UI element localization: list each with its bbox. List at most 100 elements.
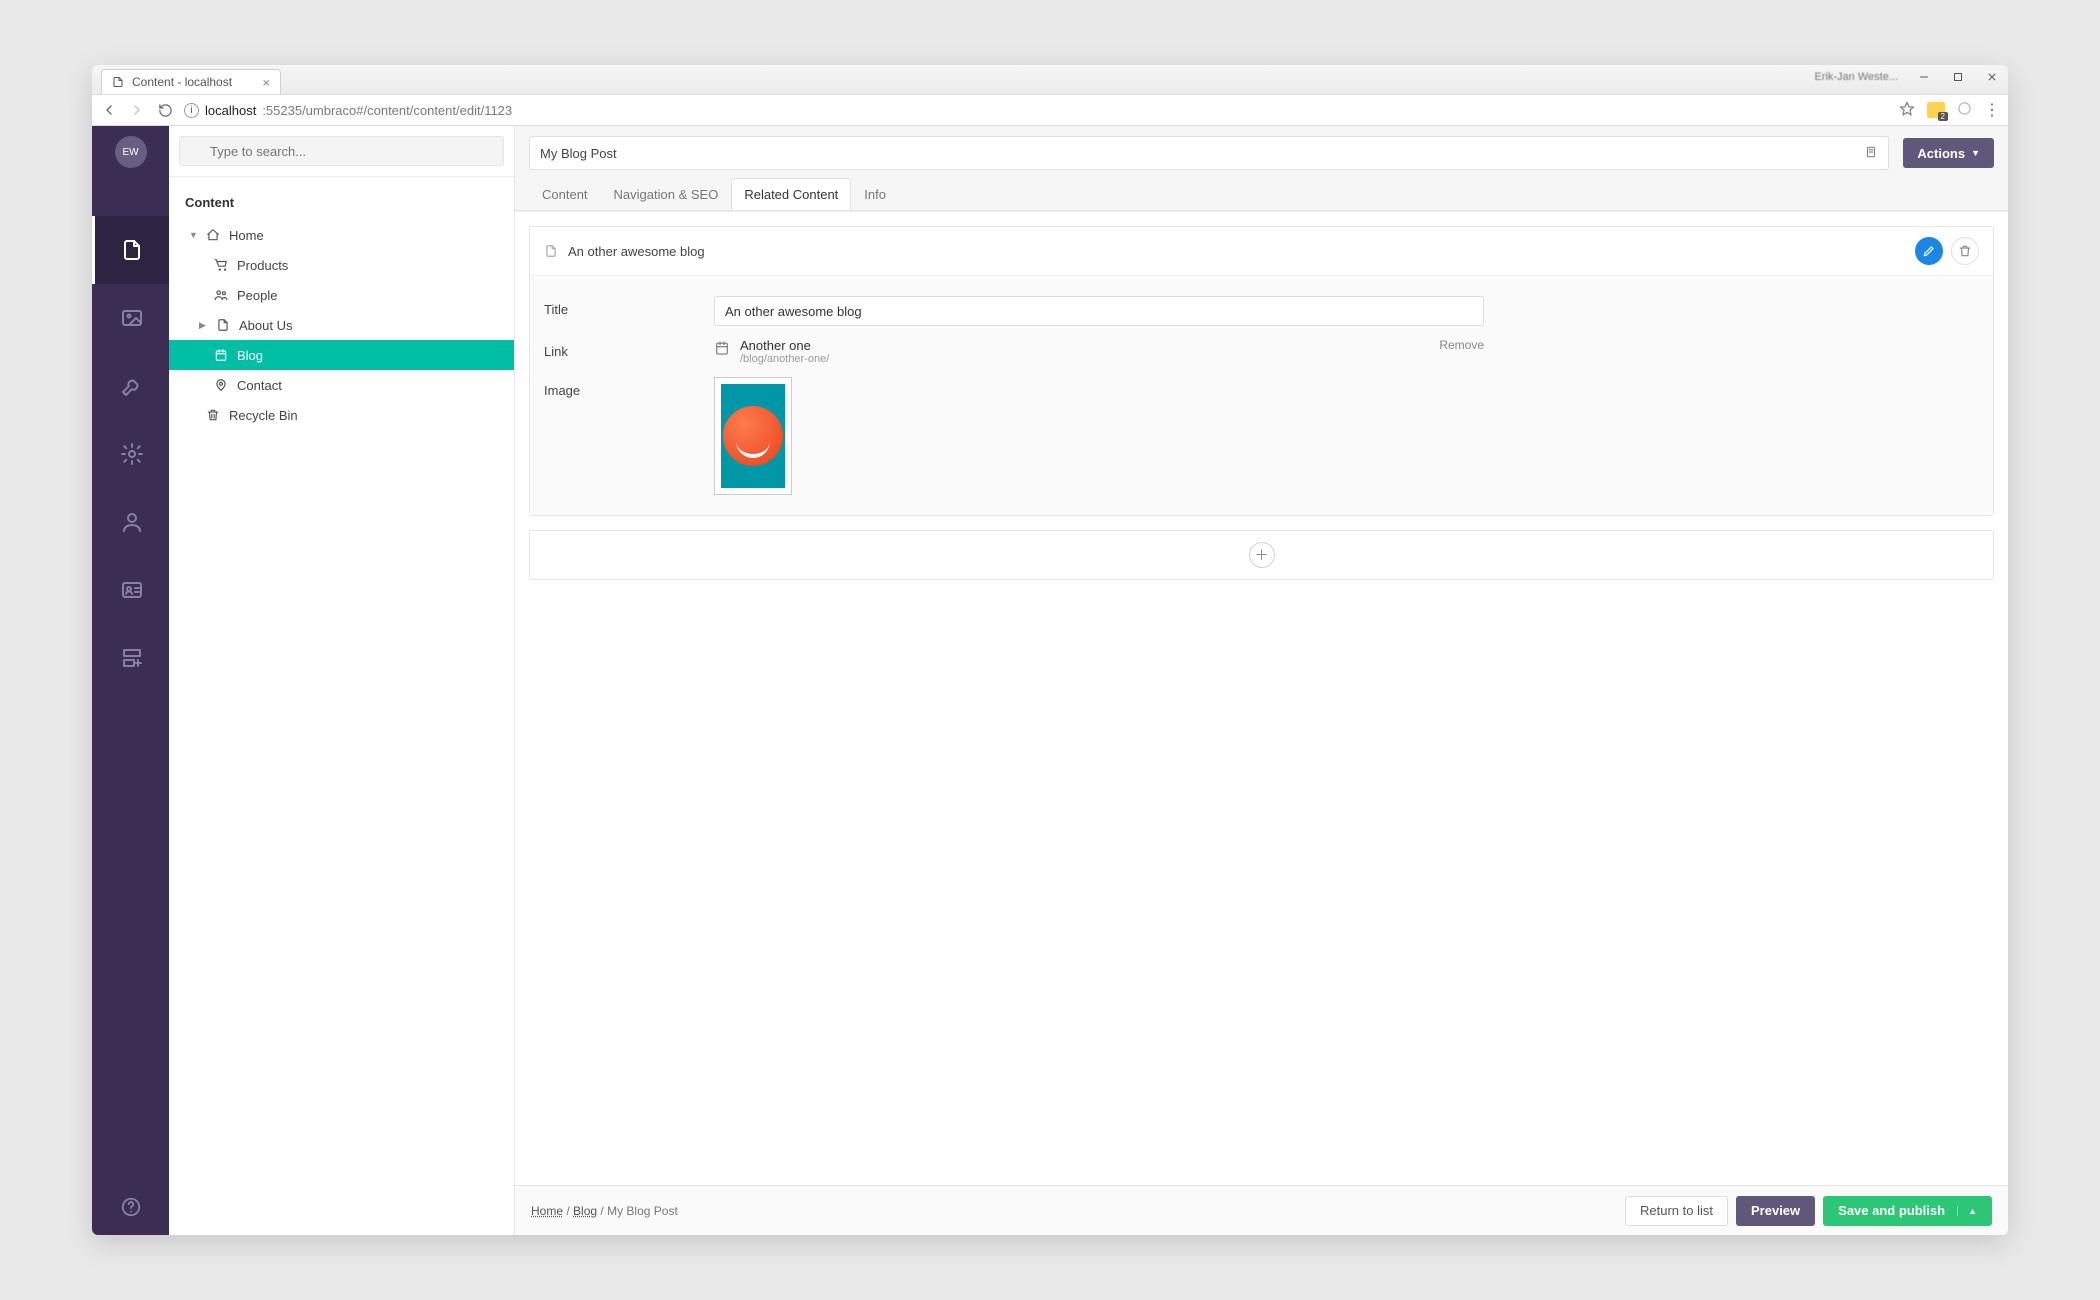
breadcrumb: Home / Blog / My Blog Post bbox=[531, 1204, 678, 1218]
tree-item-recycle[interactable]: Recycle Bin bbox=[169, 400, 514, 430]
tree-item-label: Blog bbox=[237, 348, 263, 363]
save-publish-label: Save and publish bbox=[1838, 1203, 1945, 1218]
pin-icon bbox=[213, 378, 229, 392]
tab-close-icon[interactable]: × bbox=[262, 75, 270, 90]
wrench-icon bbox=[120, 374, 144, 398]
forms-icon bbox=[120, 646, 144, 670]
address-url[interactable]: i localhost :55235/umbraco#/content/conte… bbox=[184, 103, 1889, 118]
rail-help[interactable] bbox=[92, 1179, 169, 1235]
document-icon bbox=[544, 244, 558, 258]
avatar[interactable]: EW bbox=[115, 136, 147, 168]
extension-badge-icon[interactable] bbox=[1927, 102, 1945, 118]
plus-icon: ＋ bbox=[1255, 545, 1269, 565]
tree-item-about[interactable]: About Us bbox=[169, 310, 514, 340]
browser-profile-name[interactable]: Erik-Jan Weste... bbox=[1814, 71, 1898, 83]
link-path: /blog/another-one/ bbox=[740, 353, 829, 365]
link-remove[interactable]: Remove bbox=[1439, 338, 1484, 352]
nav-reload-icon[interactable] bbox=[156, 103, 174, 118]
home-icon bbox=[205, 228, 221, 242]
tab-content[interactable]: Content bbox=[529, 178, 601, 210]
tree-item-label: Contact bbox=[237, 378, 282, 393]
editor-tabs: Content Navigation & SEO Related Content… bbox=[515, 170, 2008, 211]
rail-developer[interactable] bbox=[92, 420, 169, 488]
actions-label: Actions bbox=[1917, 146, 1965, 161]
people-icon bbox=[213, 288, 229, 302]
rail-content[interactable] bbox=[92, 216, 169, 284]
image-label: Image bbox=[544, 377, 714, 495]
tree-item-products[interactable]: Products bbox=[169, 250, 514, 280]
crumb-blog[interactable]: Blog bbox=[573, 1204, 597, 1218]
tree-item-label: Home bbox=[229, 228, 264, 243]
image-icon bbox=[120, 306, 144, 330]
umbraco-logo-icon bbox=[723, 406, 783, 466]
chevron-down-icon: ▼ bbox=[1971, 148, 1980, 158]
tab-related-content[interactable]: Related Content bbox=[731, 178, 851, 210]
caret-icon[interactable] bbox=[199, 320, 207, 331]
url-host: localhost bbox=[205, 103, 256, 118]
rail-members[interactable] bbox=[92, 556, 169, 624]
delete-button[interactable] bbox=[1951, 237, 1979, 265]
nav-rail: EW bbox=[92, 126, 169, 1235]
browser-menu-icon[interactable]: ⋮ bbox=[1984, 100, 2000, 120]
search-input[interactable] bbox=[179, 136, 504, 166]
image-thumbnail[interactable] bbox=[714, 377, 792, 495]
url-path: :55235/umbraco#/content/content/edit/112… bbox=[262, 103, 512, 118]
calendar-icon bbox=[714, 340, 730, 356]
window-close-icon[interactable] bbox=[1984, 69, 2000, 85]
tree-item-label: Products bbox=[237, 258, 288, 273]
tree-item-label: About Us bbox=[239, 318, 292, 333]
link-label: Link bbox=[544, 338, 714, 365]
gear-icon bbox=[120, 442, 144, 466]
tree-item-blog[interactable]: Blog bbox=[169, 340, 514, 370]
chevron-up-icon[interactable]: ▲ bbox=[1957, 1206, 1977, 1216]
document-icon bbox=[120, 238, 144, 262]
title-label: Title bbox=[544, 296, 714, 326]
title-input[interactable] bbox=[714, 296, 1484, 326]
rail-forms[interactable] bbox=[92, 624, 169, 692]
actions-button[interactable]: Actions ▼ bbox=[1903, 138, 1994, 168]
id-card-icon bbox=[120, 578, 144, 602]
tree-item-home[interactable]: Home bbox=[169, 220, 514, 250]
editor-footer: Home / Blog / My Blog Post Return to lis… bbox=[515, 1185, 2008, 1235]
tree-item-label: People bbox=[237, 288, 277, 303]
return-to-list-button[interactable]: Return to list bbox=[1625, 1196, 1728, 1226]
extension-icon[interactable] bbox=[1957, 101, 1972, 119]
calendar-icon bbox=[213, 348, 229, 362]
document-icon bbox=[112, 76, 124, 88]
site-info-icon[interactable]: i bbox=[184, 103, 199, 118]
crumb-current: My Blog Post bbox=[607, 1204, 678, 1218]
add-block-button[interactable]: ＋ bbox=[1249, 542, 1275, 568]
help-icon bbox=[120, 1196, 142, 1218]
tree-item-people[interactable]: People bbox=[169, 280, 514, 310]
document-icon bbox=[215, 318, 231, 332]
save-publish-button[interactable]: Save and publish ▲ bbox=[1823, 1196, 1992, 1226]
rail-settings[interactable] bbox=[92, 352, 169, 420]
tab-info[interactable]: Info bbox=[851, 178, 899, 210]
page-title: My Blog Post bbox=[540, 146, 617, 161]
star-icon[interactable] bbox=[1899, 101, 1915, 120]
nav-back-icon[interactable] bbox=[100, 102, 118, 118]
pencil-icon bbox=[1922, 244, 1936, 258]
nav-forward-icon[interactable] bbox=[128, 102, 146, 118]
tree-item-contact[interactable]: Contact bbox=[169, 370, 514, 400]
window-maximize-icon[interactable] bbox=[1950, 69, 1966, 85]
caret-icon[interactable] bbox=[189, 230, 197, 240]
page-title-input[interactable]: My Blog Post bbox=[529, 136, 1889, 170]
link-title[interactable]: Another one bbox=[740, 338, 829, 353]
rail-media[interactable] bbox=[92, 284, 169, 352]
rail-users[interactable] bbox=[92, 488, 169, 556]
cart-icon bbox=[213, 258, 229, 272]
user-icon bbox=[120, 510, 144, 534]
tree-item-label: Recycle Bin bbox=[229, 408, 298, 423]
preview-button[interactable]: Preview bbox=[1736, 1196, 1815, 1226]
tab-navigation-seo[interactable]: Navigation & SEO bbox=[601, 178, 732, 210]
link-icon[interactable] bbox=[1864, 145, 1878, 162]
edit-button[interactable] bbox=[1915, 237, 1943, 265]
crumb-home[interactable]: Home bbox=[531, 1204, 563, 1218]
window-minimize-icon[interactable] bbox=[1916, 69, 1932, 85]
content-block: An other awesome blog Title bbox=[529, 226, 1994, 516]
trash-icon bbox=[1958, 244, 1972, 258]
browser-tab-title: Content - localhost bbox=[132, 75, 232, 89]
tree-section-label[interactable]: Content bbox=[169, 176, 514, 220]
browser-tab[interactable]: Content - localhost × bbox=[101, 69, 281, 94]
